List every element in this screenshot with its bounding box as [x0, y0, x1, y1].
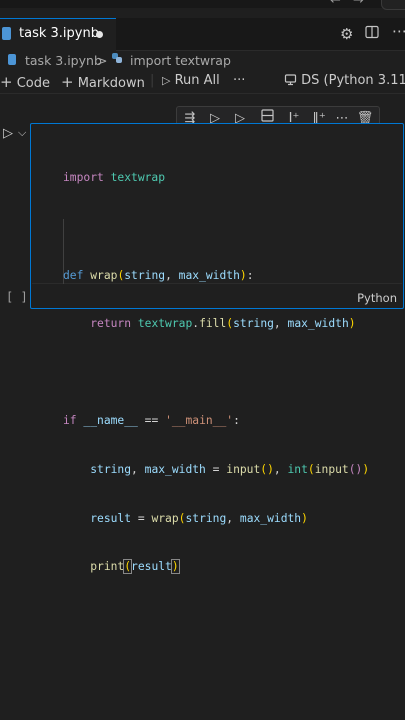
code-token: wrap: [90, 268, 118, 282]
breadcrumb: task 3.ipynb > import textwrap: [0, 51, 405, 71]
code-token: ,: [273, 462, 288, 476]
python-icon: [112, 53, 122, 63]
gear-icon[interactable]: ⚙: [340, 25, 353, 43]
notebook-file-icon: [8, 54, 16, 65]
code-token: ): [239, 268, 247, 282]
code-token: textwrap: [137, 317, 193, 331]
tab-bar: task 3.ipynb ⚙ ⋯: [0, 18, 405, 51]
code-token: =: [205, 462, 227, 476]
code-token: ): [170, 559, 180, 575]
run-all-button[interactable]: ▷ Run All: [162, 73, 220, 88]
toolbar-more-button[interactable]: ···: [233, 73, 245, 88]
code-token: ,: [226, 511, 240, 525]
code-line-4: return textwrap.fill(string, max_width): [63, 316, 369, 332]
code-token: ): [362, 462, 370, 476]
code-token: ,: [131, 462, 145, 476]
code-token: input: [226, 462, 261, 476]
breadcrumb-separator: >: [97, 53, 108, 68]
code-token: def: [63, 268, 84, 282]
code-token: wrap: [151, 511, 179, 525]
code-token: max_width: [239, 511, 302, 525]
kernel-picker[interactable]: DS (Python 3.11.7): [284, 73, 405, 88]
command-center[interactable]: [381, 0, 405, 10]
add-code-cell-button[interactable]: + Code: [0, 73, 50, 91]
notebook-file-icon: [2, 27, 11, 40]
code-token: ,: [273, 317, 288, 331]
code-token: if: [63, 414, 77, 428]
split-editor-icon[interactable]: [365, 25, 379, 43]
play-icon: ▷: [162, 74, 171, 87]
back-arrow-icon[interactable]: ←: [330, 0, 341, 8]
code-token: return: [90, 317, 132, 331]
code-token: '__main__': [165, 414, 234, 428]
code-token: :: [233, 414, 240, 428]
code-token: string: [233, 317, 274, 331]
code-token: textwrap: [110, 171, 166, 185]
code-cell[interactable]: import textwrap def wrap(string, max_wid…: [30, 123, 404, 575]
code-token: (): [348, 462, 363, 476]
ellipsis-icon[interactable]: ⋯: [392, 22, 405, 40]
tab-label: task 3.ipynb: [19, 26, 99, 41]
breadcrumb-symbol[interactable]: import textwrap: [130, 53, 231, 68]
chevron-down-icon[interactable]: ⌵: [18, 126, 26, 140]
tab-task-3[interactable]: task 3.ipynb: [0, 18, 116, 51]
code-token: ): [301, 511, 308, 525]
breadcrumb-file[interactable]: task 3.ipynb: [25, 53, 102, 68]
code-token: string: [90, 462, 132, 476]
code-token: string: [124, 268, 166, 282]
code-token: (): [260, 462, 274, 476]
execution-count: [ ]: [6, 290, 28, 304]
run-cell-button[interactable]: ▷: [3, 126, 13, 141]
code-token: print: [90, 560, 125, 574]
kernel-icon: [284, 74, 297, 86]
code-line-7: string, max_width = input(), int(input()…: [63, 462, 369, 478]
code-editor[interactable]: import textwrap def wrap(string, max_wid…: [32, 125, 402, 575]
text-cursor: [178, 559, 180, 573]
code-token: result: [131, 560, 172, 574]
cell-language[interactable]: Python: [357, 291, 397, 305]
code-line-1: import textwrap: [63, 170, 369, 186]
code-token: max_width: [287, 317, 349, 331]
code-token: string: [185, 511, 227, 525]
code-line-3: def wrap(string, max_width):: [63, 268, 369, 284]
code-token: import: [63, 171, 104, 185]
code-token: ,: [165, 268, 179, 282]
plus-icon: +: [61, 73, 74, 91]
forward-arrow-icon[interactable]: →: [353, 0, 364, 8]
unsaved-dot-icon[interactable]: [96, 31, 103, 38]
code-token: :: [246, 268, 254, 282]
code-lines: import textwrap def wrap(string, max_wid…: [63, 138, 369, 608]
code-token: int: [287, 462, 308, 476]
code-token: ): [348, 317, 356, 331]
code-token: max_width: [144, 462, 206, 476]
plus-icon: +: [0, 73, 13, 91]
code-token: fill: [199, 317, 227, 331]
code-token: ==: [137, 414, 166, 428]
code-line-8: result = wrap(string, max_width): [63, 511, 369, 527]
code-token: (: [307, 462, 315, 476]
code-line-9: print(result): [63, 559, 369, 575]
code-token: =: [131, 511, 152, 525]
code-line-6: if __name__ == '__main__':: [63, 413, 369, 429]
title-bar: ← →: [0, 0, 405, 10]
toolbar-divider: |: [150, 73, 155, 88]
code-token: result: [90, 511, 132, 525]
notebook-toolbar: + Code + Markdown | ▷ Run All ··· DS (Py…: [0, 71, 405, 94]
add-markdown-cell-button[interactable]: + Markdown: [61, 73, 145, 91]
code-token: input: [314, 462, 349, 476]
code-token: __name__: [83, 414, 138, 428]
code-token: max_width: [178, 268, 240, 282]
